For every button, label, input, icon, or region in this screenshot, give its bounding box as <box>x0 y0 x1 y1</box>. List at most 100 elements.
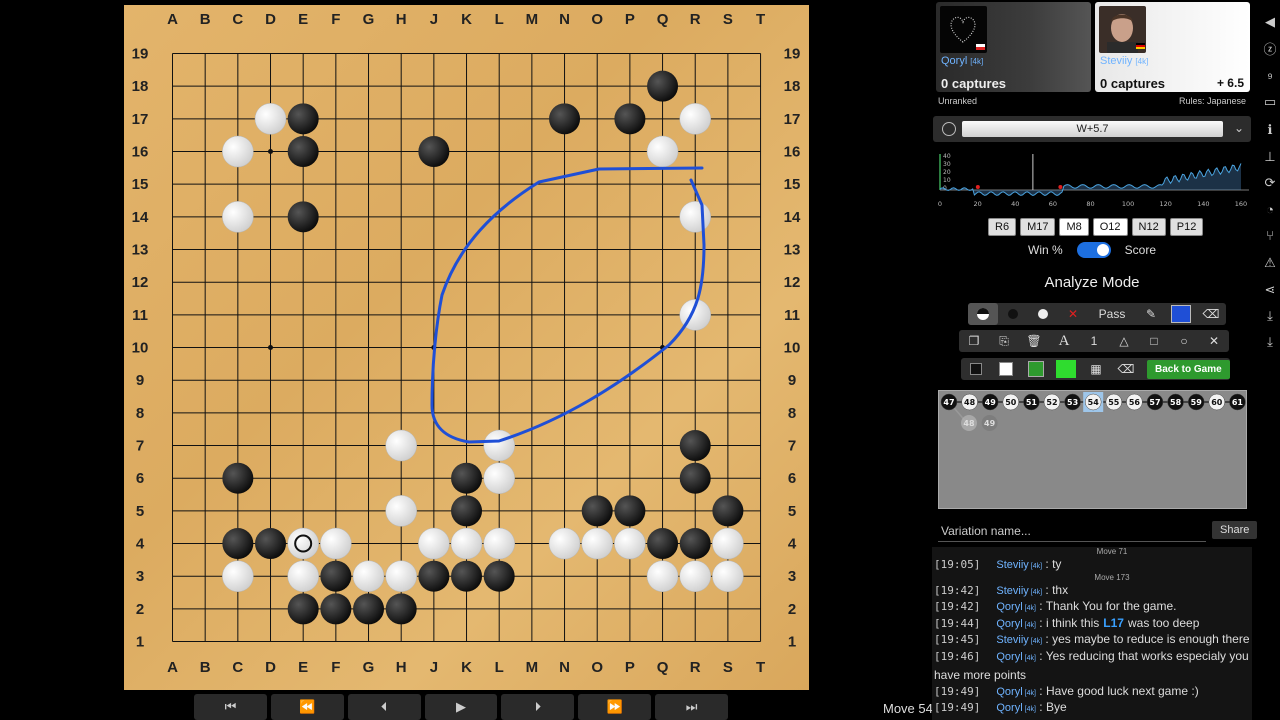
pass-button[interactable]: Pass <box>1088 303 1136 325</box>
black-stone[interactable] <box>647 70 679 102</box>
black-stone[interactable] <box>418 560 450 592</box>
remove-stone-icon[interactable]: ✕ <box>1058 303 1088 325</box>
chat-log[interactable]: Move 71 [19:05] Steviiy [4k] : ty Move 173 [1… <box>932 547 1252 720</box>
variation-button[interactable]: R6 <box>988 218 1017 236</box>
black-square-icon[interactable] <box>961 358 991 380</box>
white-stone[interactable] <box>222 560 254 592</box>
white-player-name[interactable]: Steviiy [4k] <box>1100 55 1148 67</box>
black-stone[interactable] <box>287 103 319 135</box>
chat-user[interactable]: Qoryl <box>996 618 1022 630</box>
variation-button[interactable]: P12 <box>1169 218 1204 236</box>
black-stone-icon[interactable] <box>998 303 1028 325</box>
white-square-icon[interactable] <box>991 358 1021 380</box>
hierarchy-icon[interactable]: ⊥ <box>1262 149 1278 165</box>
monitor-icon[interactable]: ▭ <box>1262 94 1278 110</box>
back-to-game-button[interactable]: Back to Game <box>1147 359 1230 379</box>
black-stone[interactable] <box>614 495 646 527</box>
board-grid[interactable]: AABBCCDDEEFFGGHHJJKKLLMMNNOOPPQQRRSSTT19… <box>124 5 809 690</box>
white-stone[interactable] <box>222 135 254 168</box>
dark-green-swatch[interactable] <box>1021 358 1051 380</box>
triangle-icon[interactable]: △ <box>1109 330 1139 352</box>
number-label-tool[interactable]: 1 <box>1079 330 1109 352</box>
chat-user[interactable]: Steviiy <box>996 634 1028 646</box>
black-stone[interactable] <box>255 528 287 560</box>
chat-user[interactable]: Qoryl <box>996 651 1022 663</box>
download-sgf-icon[interactable]: ⤓ <box>1262 334 1278 350</box>
black-stone[interactable] <box>287 201 319 233</box>
coordinates-icon[interactable]: ⁹ <box>1262 70 1278 86</box>
black-stone[interactable] <box>549 103 581 135</box>
move-tree-graph[interactable]: 47 48 49 50 51 52 53 54 55 56 57 58 59 60 61 48 49 <box>939 391 1248 510</box>
black-stone[interactable] <box>320 560 352 592</box>
white-stone[interactable] <box>287 527 319 560</box>
back-ten-button[interactable]: ⏪ <box>270 694 344 720</box>
chat-coordinate-link[interactable]: L17 <box>1103 616 1124 630</box>
white-stone[interactable] <box>581 527 613 560</box>
white-stone[interactable] <box>222 201 254 233</box>
black-stone[interactable] <box>385 593 417 625</box>
black-stone[interactable] <box>287 593 319 625</box>
white-stone[interactable] <box>385 560 417 592</box>
white-stone-icon[interactable] <box>1028 303 1058 325</box>
dashboard-icon[interactable]: ◔ <box>1262 202 1278 218</box>
letter-label-icon[interactable]: A <box>1049 330 1079 352</box>
volume-icon[interactable]: ◀ <box>1262 14 1278 30</box>
white-stone[interactable] <box>646 135 679 168</box>
next-move-button[interactable]: ⏵ <box>501 694 575 720</box>
forward-ten-button[interactable]: ⏩ <box>578 694 652 720</box>
white-stone[interactable] <box>287 560 319 592</box>
variation-button[interactable]: M17 <box>1020 218 1056 236</box>
move-tree[interactable]: 47 48 49 50 51 52 53 54 55 56 57 58 59 60 61 48 49 <box>938 390 1247 509</box>
white-stone[interactable] <box>548 527 581 560</box>
white-stone[interactable] <box>646 560 679 592</box>
win-rate-graph[interactable]: 4030201000 20 40 60 80 100 120 140 160 <box>933 148 1251 210</box>
black-stone[interactable] <box>222 462 254 494</box>
black-stone[interactable] <box>222 528 254 560</box>
black-stone[interactable] <box>418 136 450 168</box>
share-icon[interactable]: ⋖ <box>1262 282 1278 298</box>
chat-user[interactable]: Steviiy <box>996 559 1028 571</box>
black-stone[interactable] <box>353 593 385 625</box>
white-stone[interactable] <box>352 560 385 592</box>
chat-user[interactable]: Qoryl <box>996 686 1022 698</box>
variation-name-input[interactable]: Variation name... <box>938 520 1206 542</box>
white-stone[interactable] <box>614 527 646 560</box>
white-stone[interactable] <box>679 103 711 135</box>
white-stone[interactable] <box>385 495 417 527</box>
square-icon[interactable]: □ <box>1139 330 1169 352</box>
chevron-down-icon[interactable]: ⌄ <box>1234 121 1244 135</box>
go-board[interactable]: A A B B C C D D E E F F G G H H J J K K L L M M N N O O P P Q Q R R S S T T 19… <box>124 5 809 690</box>
white-stone[interactable] <box>679 560 711 592</box>
graph-mode-toggle[interactable] <box>1076 242 1111 258</box>
white-stone[interactable] <box>679 201 711 233</box>
copy-icon[interactable]: ❐ <box>959 330 989 352</box>
white-stone[interactable] <box>450 527 483 560</box>
warning-icon[interactable]: ⚠ <box>1262 255 1278 271</box>
chat-user[interactable]: Qoryl <box>996 601 1022 613</box>
white-stone[interactable] <box>254 103 287 135</box>
black-stone[interactable] <box>712 495 744 527</box>
branch-icon[interactable]: ⑂ <box>1262 228 1278 244</box>
share-button[interactable]: Share <box>1212 521 1258 539</box>
circle-icon[interactable]: ○ <box>1169 330 1199 352</box>
black-stone[interactable] <box>679 528 711 560</box>
white-stone[interactable] <box>418 527 450 560</box>
black-stone[interactable] <box>483 560 515 592</box>
black-stone[interactable] <box>451 495 483 527</box>
zen-mode-icon[interactable]: ⓩ <box>1262 42 1278 58</box>
black-stone[interactable] <box>614 103 646 135</box>
white-player-card[interactable]: Steviiy [4k] 0 captures + 6.5 <box>1095 2 1250 92</box>
black-player-name[interactable]: Qoryl [4k] <box>941 55 983 67</box>
refresh-icon[interactable]: ⟳ <box>1262 175 1278 191</box>
play-button[interactable]: ▶ <box>424 694 498 720</box>
info-icon[interactable]: ℹ <box>1262 122 1278 138</box>
black-stone[interactable] <box>451 462 483 494</box>
pen-color-swatch[interactable] <box>1166 303 1196 325</box>
black-stone[interactable] <box>679 430 711 462</box>
eraser-icon[interactable]: ⌫ <box>1196 303 1226 325</box>
alternate-stone-icon[interactable] <box>968 303 998 325</box>
variation-button[interactable]: O12 <box>1092 218 1128 236</box>
score-circle-icon[interactable] <box>942 122 956 136</box>
black-stone[interactable] <box>647 528 679 560</box>
black-stone[interactable] <box>320 593 352 625</box>
